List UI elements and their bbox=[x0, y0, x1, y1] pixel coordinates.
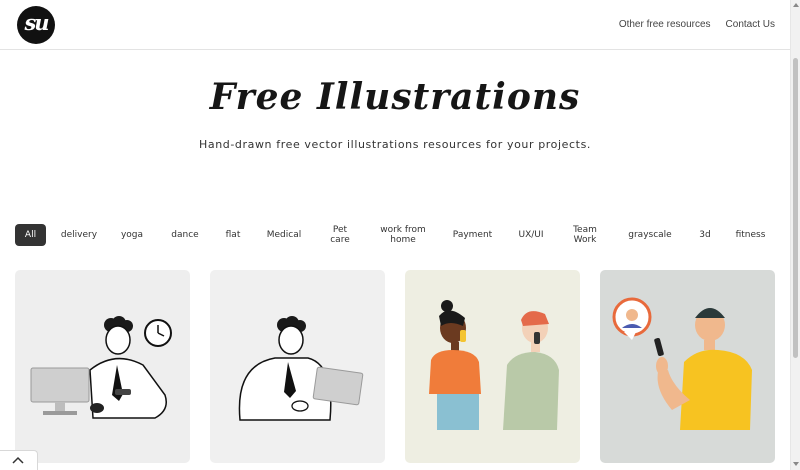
category-filters: All delivery yoga dance flat Medical Pet… bbox=[15, 224, 780, 246]
chevron-up-icon bbox=[12, 456, 24, 464]
filter-work-from-home[interactable]: work from home bbox=[374, 224, 432, 246]
filter-3d[interactable]: 3d bbox=[694, 224, 716, 246]
filter-medical[interactable]: Medical bbox=[263, 224, 305, 246]
filter-all[interactable]: All bbox=[15, 224, 46, 246]
illustration-card[interactable] bbox=[405, 270, 580, 463]
filter-payment[interactable]: Payment bbox=[450, 224, 495, 246]
page-subtitle: Hand-drawn free vector illustrations res… bbox=[198, 138, 592, 151]
scroll-down-icon[interactable] bbox=[792, 461, 800, 467]
back-to-top-button[interactable] bbox=[0, 450, 38, 470]
filter-delivery[interactable]: delivery bbox=[56, 224, 102, 246]
filter-team-work[interactable]: Team Work bbox=[568, 224, 602, 246]
nav-other-free-resources[interactable]: Other free resources bbox=[619, 19, 711, 30]
illustration-card[interactable] bbox=[600, 270, 775, 463]
logo-text: su bbox=[24, 10, 49, 35]
man-video-call-illustration bbox=[600, 270, 775, 463]
filter-dance[interactable]: dance bbox=[167, 224, 203, 246]
filter-grayscale[interactable]: grayscale bbox=[625, 224, 675, 246]
filter-pet-care[interactable]: Pet care bbox=[323, 224, 357, 246]
top-nav: Other free resources Contact Us bbox=[619, 19, 775, 30]
filter-ux-ui[interactable]: UX/UI bbox=[514, 224, 548, 246]
nav-contact-us[interactable]: Contact Us bbox=[726, 19, 775, 30]
scroll-up-icon[interactable] bbox=[792, 2, 800, 8]
filter-yoga[interactable]: yoga bbox=[117, 224, 147, 246]
two-people-on-phone-illustration bbox=[405, 270, 580, 463]
filter-fitness[interactable]: fitness bbox=[732, 224, 769, 246]
illustration-card[interactable] bbox=[15, 270, 190, 463]
illustration-card[interactable] bbox=[210, 270, 385, 463]
page-title: Free Illustrations bbox=[209, 76, 581, 118]
site-logo[interactable]: su bbox=[17, 6, 55, 44]
man-with-laptop-illustration bbox=[210, 270, 385, 463]
scrollbar-thumb[interactable] bbox=[793, 58, 798, 358]
man-at-desk-illustration bbox=[15, 270, 190, 463]
site-header: su Other free resources Contact Us bbox=[0, 0, 790, 50]
page-scrollbar[interactable] bbox=[790, 0, 800, 470]
filter-flat[interactable]: flat bbox=[222, 224, 244, 246]
